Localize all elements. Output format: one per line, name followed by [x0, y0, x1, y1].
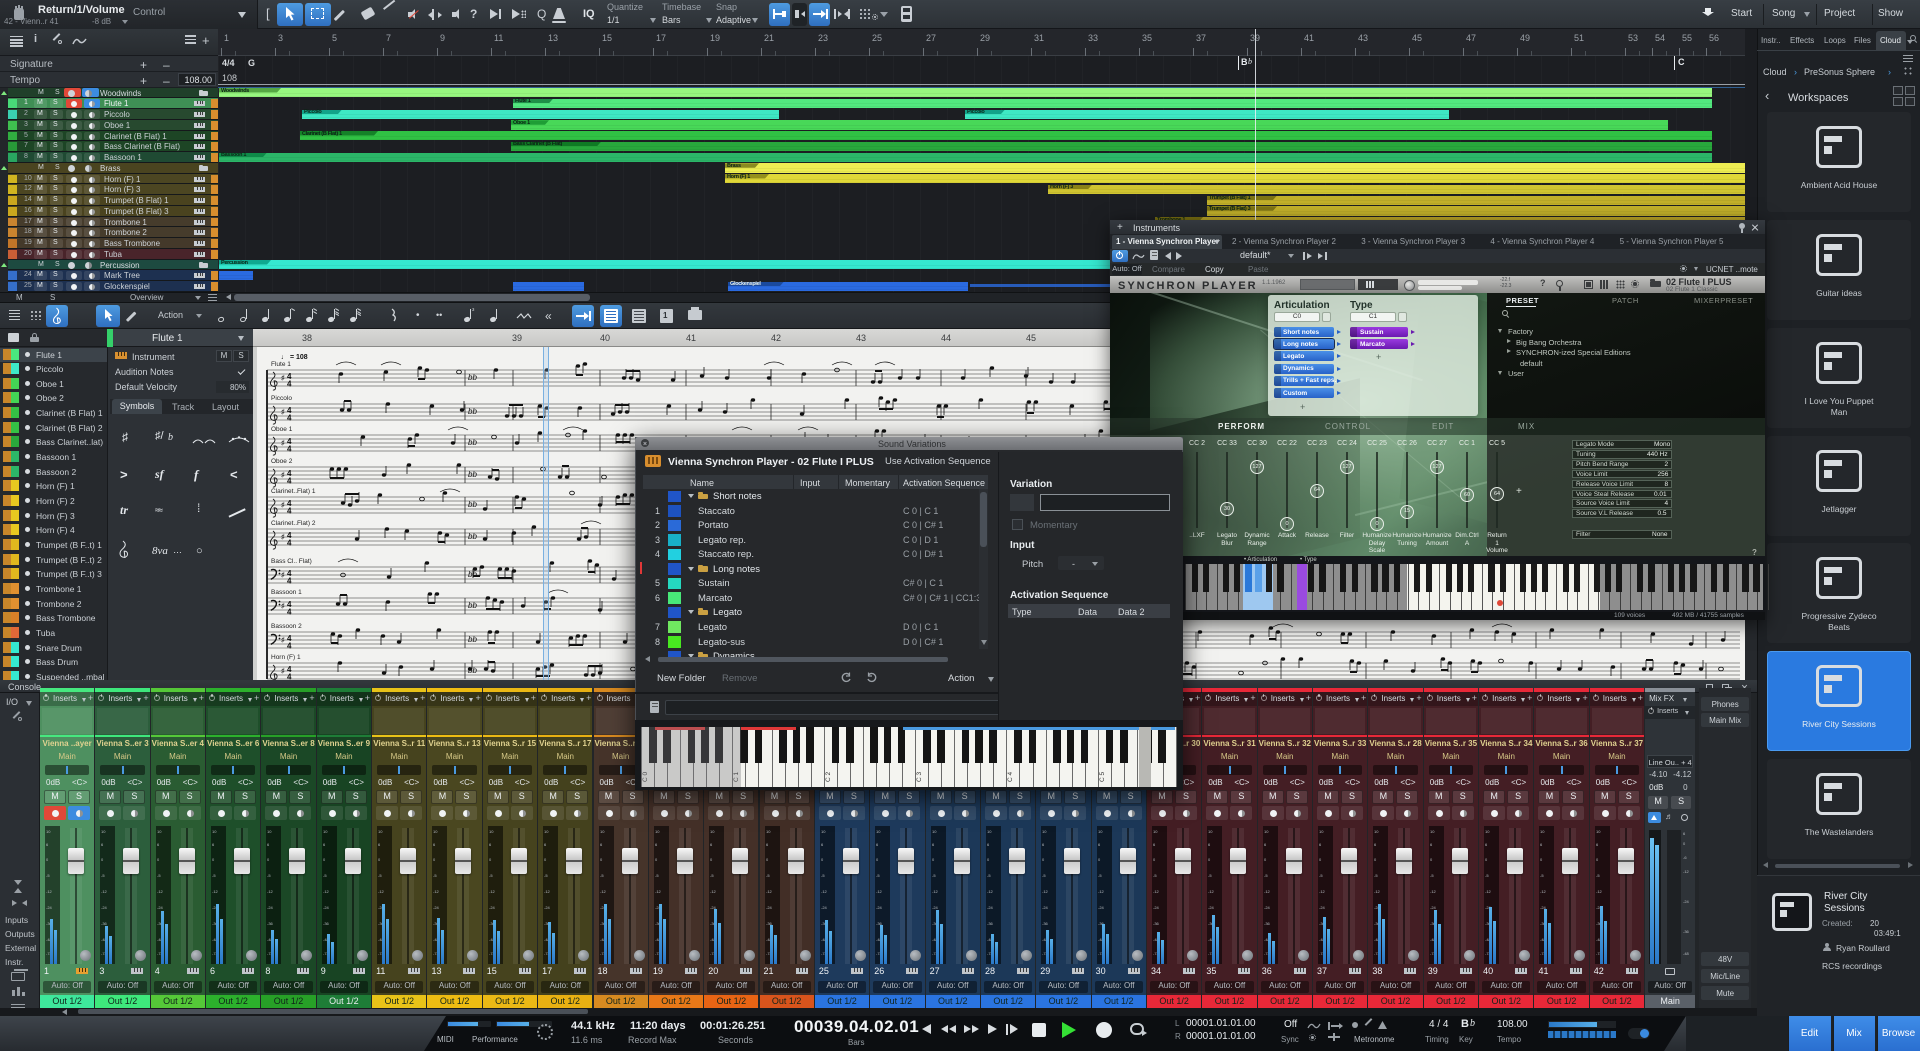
svg-text:bb: bb	[468, 635, 477, 644]
svg-text:Clarinet..Flat) 1: Clarinet..Flat) 1	[271, 488, 316, 495]
svg-text:Bassoon 2: Bassoon 2	[271, 623, 302, 630]
svg-text:bb: bb	[468, 601, 477, 610]
svg-text:Oboe 2: Oboe 2	[271, 458, 293, 465]
svg-text:4: 4	[287, 539, 292, 548]
svg-text:♯: ♯	[281, 440, 285, 447]
svg-text:4: 4	[287, 380, 292, 389]
svg-text:bb: bb	[468, 407, 477, 416]
svg-text:4: 4	[287, 608, 292, 617]
svg-text:4: 4	[287, 577, 292, 586]
svg-text:♯: ♯	[281, 637, 285, 644]
svg-text:♯: ♯	[281, 502, 285, 509]
svg-text:bb: bb	[468, 532, 477, 541]
svg-text:bb: bb	[468, 373, 477, 382]
svg-text:Piccolo: Piccolo	[271, 395, 292, 402]
svg-text:♯: ♯	[281, 472, 285, 479]
svg-text:Bassoon 1: Bassoon 1	[271, 589, 302, 596]
svg-text:Clarinet..Flat) 2: Clarinet..Flat) 2	[271, 520, 316, 527]
svg-text:bb: bb	[468, 500, 477, 509]
svg-text:♯: ♯	[281, 409, 285, 416]
svg-text:4: 4	[287, 414, 292, 423]
svg-text:♯: ♯	[281, 572, 285, 579]
svg-text:4: 4	[287, 477, 292, 486]
svg-text:bb: bb	[468, 438, 477, 447]
svg-text:4: 4	[287, 642, 292, 651]
svg-text:♯: ♯	[281, 375, 285, 382]
svg-text:♩ = 108: ♩ = 108	[281, 354, 308, 361]
svg-text:Flute 1: Flute 1	[271, 361, 291, 368]
svg-text:♯: ♯	[281, 534, 285, 541]
svg-text:bb: bb	[468, 470, 477, 479]
svg-text:4: 4	[287, 673, 292, 681]
svg-text:4: 4	[287, 507, 292, 516]
svg-text:♯: ♯	[281, 668, 285, 675]
svg-text:Horn (F) 1: Horn (F) 1	[271, 654, 301, 661]
svg-text:Oboe 1: Oboe 1	[271, 426, 293, 433]
svg-text:♯: ♯	[281, 603, 285, 610]
svg-text:Bass Cl.. Flat): Bass Cl.. Flat)	[271, 558, 312, 565]
svg-text:4: 4	[287, 445, 292, 454]
